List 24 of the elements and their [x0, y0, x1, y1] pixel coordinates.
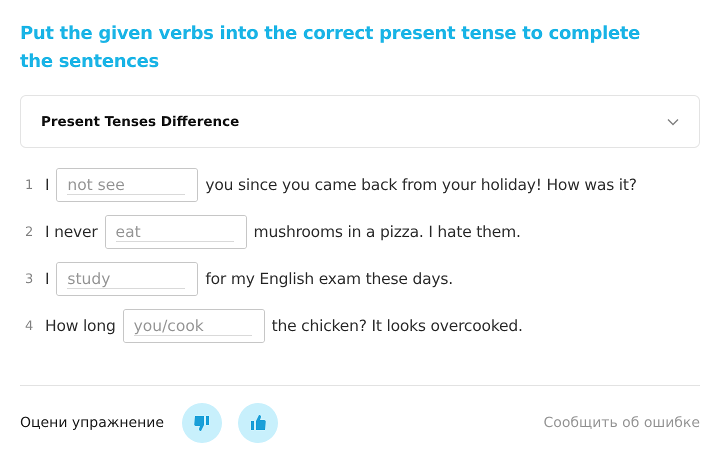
- answer-field[interactable]: not see: [56, 168, 198, 202]
- sentence-text: you since you came back from your holiday! How was it?: [205, 176, 637, 194]
- item-number: 2: [24, 224, 34, 240]
- answer-field[interactable]: you/cook: [122, 309, 265, 343]
- answer-field[interactable]: study: [56, 262, 198, 296]
- sentence-text: I: [45, 176, 50, 194]
- item-number: 4: [24, 318, 34, 334]
- exercise-title: Put the given verbs into the correct present tense to complete the sentences: [20, 22, 642, 74]
- item-number: 1: [24, 178, 34, 192]
- item-number: 3: [24, 272, 34, 286]
- sentence-text: mushrooms in a pizza. I hate them.: [254, 223, 521, 241]
- accordion-title: Present Tenses Difference: [41, 114, 240, 130]
- sentence-text: for my English exam these days.: [205, 270, 453, 288]
- rate-label: Оцени упражнение: [20, 415, 164, 431]
- accordion-header[interactable]: Present Tenses Difference: [20, 95, 700, 148]
- thumbs-up-icon: [248, 413, 268, 433]
- answer-field[interactable]: eat: [104, 215, 247, 249]
- dislike-button[interactable]: [182, 403, 222, 443]
- sentence-text: the chicken? It looks overcooked.: [272, 317, 523, 335]
- sentence-text: I never: [45, 223, 98, 241]
- sentence-text: How long: [45, 317, 116, 335]
- like-button[interactable]: [238, 403, 278, 443]
- chevron-icon: [667, 118, 679, 126]
- sentence-text: I: [45, 270, 50, 288]
